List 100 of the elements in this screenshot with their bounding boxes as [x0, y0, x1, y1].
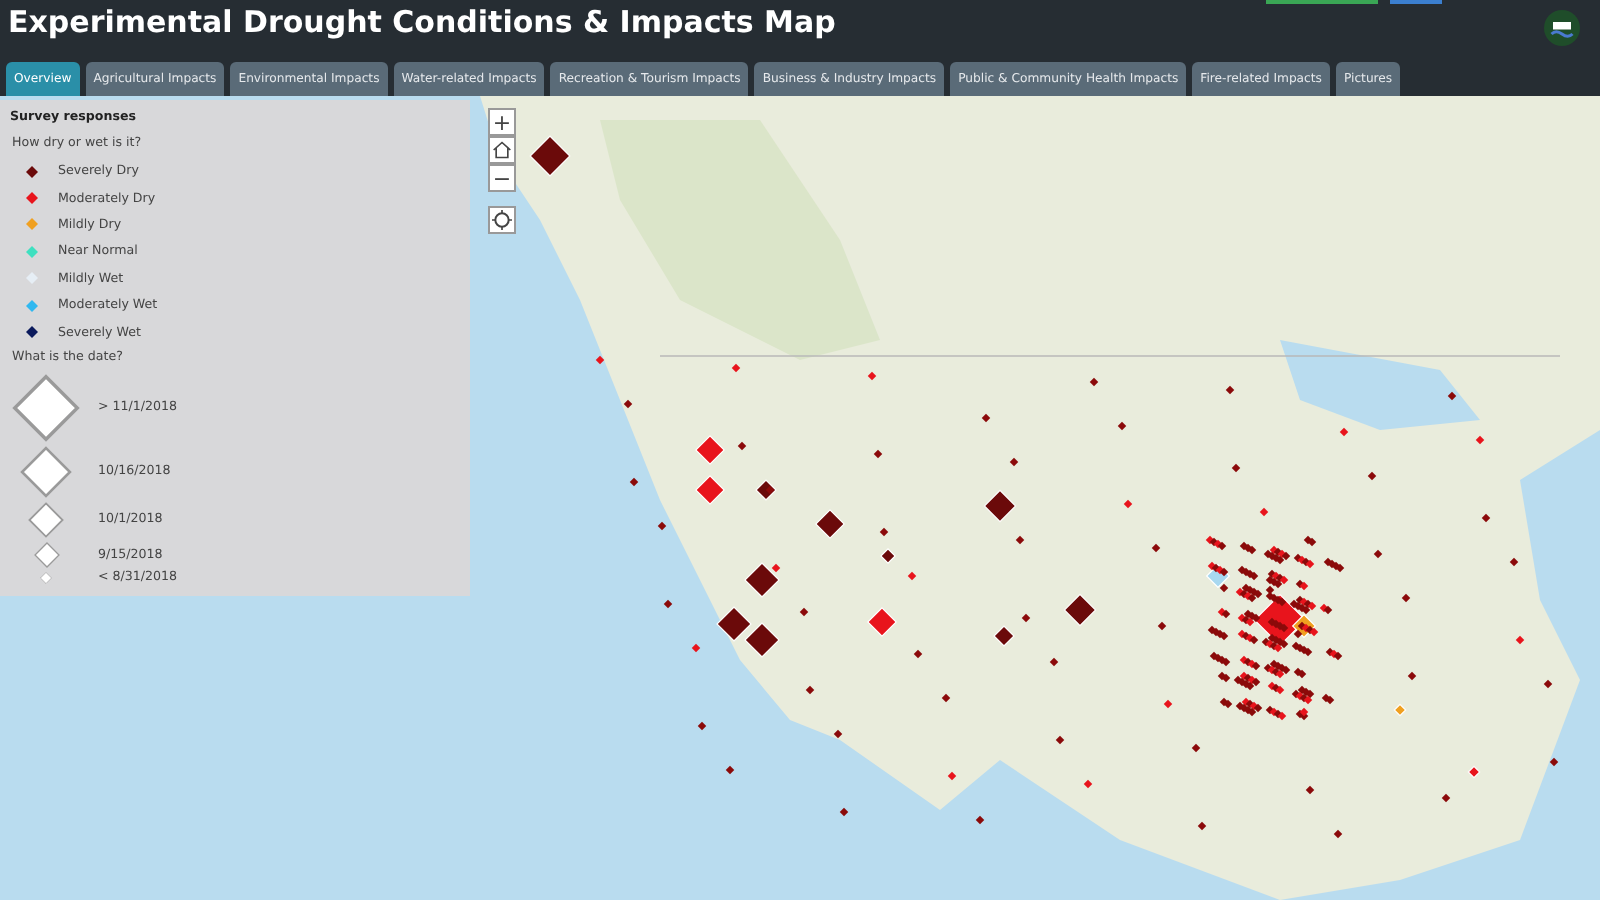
diamond-marker[interactable] — [1219, 583, 1229, 593]
diamond-marker[interactable] — [1253, 589, 1263, 599]
diamond-marker[interactable] — [913, 649, 923, 659]
diamond-marker[interactable] — [1197, 821, 1207, 831]
diamond-marker[interactable] — [947, 771, 957, 781]
diamond-marker[interactable] — [1401, 593, 1411, 603]
diamond-marker[interactable] — [1333, 651, 1343, 661]
diamond-marker[interactable] — [1481, 513, 1491, 523]
diamond-marker[interactable] — [1221, 673, 1231, 683]
diamond-marker[interactable] — [1157, 621, 1167, 631]
diamond-marker[interactable] — [1543, 679, 1553, 689]
diamond-marker[interactable] — [867, 371, 877, 381]
diamond-marker[interactable] — [1219, 567, 1229, 577]
diamond-marker[interactable] — [1441, 793, 1451, 803]
diamond-marker[interactable] — [1273, 579, 1283, 589]
diamond-marker[interactable] — [1275, 685, 1285, 695]
diamond-marker[interactable] — [1447, 391, 1457, 401]
home-button[interactable] — [488, 136, 516, 164]
diamond-marker[interactable] — [771, 563, 781, 573]
diamond-marker[interactable] — [1333, 829, 1343, 839]
diamond-marker[interactable] — [1335, 563, 1345, 573]
diamond-marker[interactable] — [1163, 699, 1173, 709]
diamond-marker[interactable] — [1323, 605, 1333, 615]
diamond-marker[interactable] — [1049, 657, 1059, 667]
diamond-marker[interactable] — [1083, 779, 1093, 789]
diamond-marker[interactable] — [1223, 699, 1233, 709]
diamond-marker[interactable] — [1277, 597, 1287, 607]
diamond-marker[interactable] — [1281, 665, 1291, 675]
diamond-marker[interactable] — [1275, 669, 1285, 679]
diamond-marker[interactable] — [1305, 689, 1315, 699]
diamond-marker[interactable] — [1305, 785, 1315, 795]
zoom-out-button[interactable]: − — [488, 164, 516, 192]
diamond-marker[interactable] — [623, 399, 633, 409]
diamond-marker[interactable] — [880, 548, 896, 564]
diamond-marker[interactable] — [691, 643, 701, 653]
diamond-marker[interactable] — [725, 765, 735, 775]
diamond-marker[interactable] — [833, 729, 843, 739]
diamond-marker[interactable] — [1055, 735, 1065, 745]
diamond-marker[interactable] — [1217, 541, 1227, 551]
diamond-marker[interactable] — [1299, 707, 1309, 717]
diamond-marker[interactable] — [1277, 711, 1287, 721]
diamond-marker[interactable] — [1297, 669, 1307, 679]
diamond-marker[interactable] — [1123, 499, 1133, 509]
diamond-marker[interactable] — [1305, 559, 1315, 569]
diamond-marker[interactable] — [1515, 635, 1525, 645]
diamond-marker[interactable] — [941, 693, 951, 703]
diamond-marker[interactable] — [1407, 671, 1417, 681]
diamond-marker[interactable] — [1549, 757, 1559, 767]
diamond-marker[interactable] — [595, 355, 605, 365]
diamond-marker[interactable] — [1273, 643, 1283, 653]
diamond-marker[interactable] — [1231, 463, 1241, 473]
diamond-marker[interactable] — [1307, 537, 1317, 547]
diamond-marker[interactable] — [1151, 543, 1161, 553]
diamond-marker[interactable] — [657, 521, 667, 531]
diamond-marker[interactable] — [839, 807, 849, 817]
diamond-marker[interactable] — [663, 599, 673, 609]
diamond-marker[interactable] — [1247, 707, 1257, 717]
diamond-marker[interactable] — [1367, 471, 1377, 481]
diamond-marker[interactable] — [629, 477, 639, 487]
diamond-marker[interactable] — [1221, 609, 1231, 619]
diamond-marker[interactable] — [1219, 631, 1229, 641]
diamond-marker[interactable] — [1253, 703, 1263, 713]
diamond-marker[interactable] — [765, 485, 775, 495]
diamond-marker[interactable] — [1021, 613, 1031, 623]
diamond-marker[interactable] — [1303, 695, 1313, 705]
diamond-marker[interactable] — [697, 721, 707, 731]
diamond-marker[interactable] — [1245, 681, 1255, 691]
diamond-marker[interactable] — [799, 607, 809, 617]
diamond-marker[interactable] — [993, 625, 1015, 647]
diamond-marker[interactable] — [1275, 555, 1285, 565]
diamond-marker[interactable] — [1475, 435, 1485, 445]
diamond-marker[interactable] — [1009, 457, 1019, 467]
diamond-marker[interactable] — [1117, 421, 1127, 431]
diamond-marker[interactable] — [907, 571, 917, 581]
diamond-marker[interactable] — [1249, 635, 1259, 645]
zoom-in-button[interactable]: + — [488, 108, 516, 136]
diamond-marker[interactable] — [805, 685, 815, 695]
diamond-marker[interactable] — [1303, 647, 1313, 657]
diamond-marker[interactable] — [1259, 507, 1269, 517]
diamond-marker[interactable] — [716, 606, 752, 642]
diamond-marker[interactable] — [981, 413, 991, 423]
diamond-marker[interactable] — [1251, 677, 1261, 687]
diamond-marker[interactable] — [1251, 613, 1261, 623]
diamond-marker[interactable] — [1247, 545, 1257, 555]
diamond-marker[interactable] — [1191, 743, 1201, 753]
diamond-marker[interactable] — [1089, 377, 1099, 387]
diamond-marker[interactable] — [1293, 629, 1303, 639]
diamond-marker[interactable] — [873, 449, 883, 459]
diamond-marker[interactable] — [1281, 551, 1291, 561]
diamond-marker[interactable] — [1279, 639, 1289, 649]
diamond-marker[interactable] — [1251, 661, 1261, 671]
diamond-marker[interactable] — [1249, 571, 1259, 581]
diamond-marker[interactable] — [1225, 385, 1235, 395]
diamond-marker[interactable] — [1015, 535, 1025, 545]
diamond-marker[interactable] — [1221, 657, 1231, 667]
locate-button[interactable] — [488, 206, 516, 234]
diamond-marker[interactable] — [1509, 557, 1519, 567]
diamond-marker[interactable] — [1309, 627, 1319, 637]
diamond-marker[interactable] — [1467, 765, 1481, 779]
diamond-marker[interactable] — [879, 527, 889, 537]
